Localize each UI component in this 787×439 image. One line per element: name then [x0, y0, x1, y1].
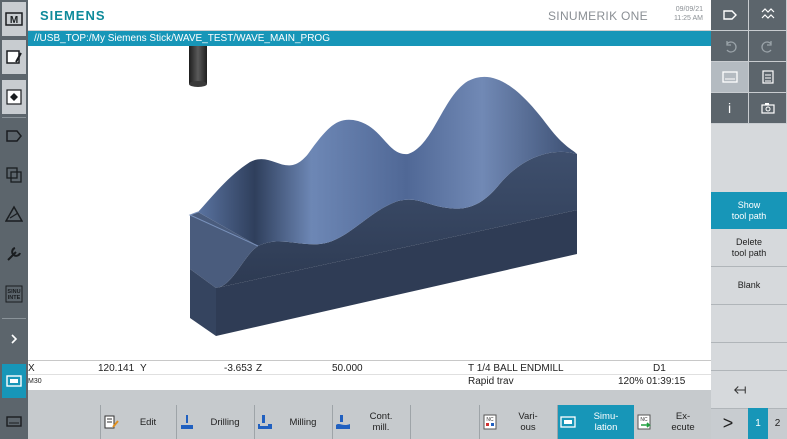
svg-text:NC: NC	[486, 417, 494, 423]
delete-tool-path-label-2: tool path	[731, 247, 767, 258]
edit-icon	[101, 412, 121, 432]
contour-milling-label-2: mill.	[372, 422, 390, 433]
calculator-icon[interactable]	[749, 62, 786, 92]
drilling-button[interactable]: Drilling	[177, 405, 253, 439]
simulation-icon	[558, 412, 578, 432]
next-page-arrow[interactable]: >	[713, 408, 743, 439]
info-button[interactable]: i	[711, 93, 748, 123]
contour-milling-label-1: Cont.	[369, 411, 393, 422]
back-button[interactable]	[711, 371, 787, 409]
right-vertical-toolbar: i Show tool path Delete tool path Blank	[711, 0, 787, 439]
parameter-icon[interactable]	[2, 40, 26, 74]
softkey-slot-2[interactable]	[711, 156, 787, 194]
show-tool-path-label-1: Show	[737, 199, 761, 210]
milling-button[interactable]: Milling	[255, 405, 331, 439]
cutting-tool	[189, 46, 207, 84]
override-and-time: 120% 01:39:15	[618, 376, 686, 387]
machine-icon[interactable]: M	[2, 2, 26, 36]
screen-icon[interactable]	[2, 364, 26, 398]
left-vertical-toolbar: M SINU INTE	[0, 0, 28, 439]
simulation-viewport[interactable]	[28, 46, 711, 360]
warning-icon[interactable]	[2, 197, 26, 231]
x-axis-label: X	[28, 363, 35, 374]
drilling-icon	[177, 412, 197, 432]
various-label-2: ous	[520, 422, 536, 433]
milling-label: Milling	[289, 416, 317, 428]
tool-name: T 1/4 BALL ENDMILL	[468, 363, 564, 374]
sinumerik-icon[interactable]: SINU INTE	[2, 277, 26, 311]
camera-icon[interactable]	[749, 93, 786, 123]
m-code: M30	[28, 378, 42, 385]
svg-text:NC: NC	[640, 417, 648, 423]
contour-milling-icon	[333, 412, 353, 432]
workpiece-render	[188, 46, 577, 336]
undo-icon[interactable]	[711, 31, 748, 61]
simulation-label-1: Simu-	[593, 411, 619, 422]
expand-arrow-icon[interactable]	[2, 322, 26, 356]
blank-label: Blank	[737, 280, 761, 290]
milling-icon	[255, 412, 275, 432]
page-1-button[interactable]: 1	[748, 408, 768, 439]
execute-label-2: ecute	[671, 422, 695, 433]
various-button[interactable]: NC Vari-ous	[480, 405, 556, 439]
execute-button[interactable]: NC Ex-ecute	[635, 405, 711, 439]
time-label: 11:25 AM	[673, 15, 703, 22]
svg-text:INTE: INTE	[8, 295, 21, 301]
various-label-1: Vari-	[518, 411, 538, 422]
show-tool-path-label-2: tool path	[731, 210, 767, 221]
back-icon	[734, 385, 746, 394]
nc-various-icon: NC	[480, 412, 500, 432]
blank-button[interactable]: Blank	[711, 267, 787, 305]
datetime: 09/09/21 11:25 AM	[674, 5, 703, 23]
execute-label-1: Ex-	[675, 411, 691, 422]
program-manager-shortcut-icon[interactable]	[711, 0, 748, 30]
setup-icon[interactable]	[2, 237, 26, 271]
delete-tool-path-button[interactable]: Delete tool path	[711, 229, 787, 267]
delete-tool-path-label-1: Delete	[735, 236, 762, 247]
svg-text:M: M	[10, 15, 18, 26]
info-icon: i	[727, 100, 732, 116]
softkey-slot-7[interactable]	[711, 343, 787, 371]
z-axis-label: Z	[256, 363, 263, 374]
display-icon[interactable]	[711, 62, 748, 92]
redo-icon[interactable]	[749, 31, 786, 61]
date-label: 09/09/21	[675, 6, 703, 13]
waveform-icon[interactable]	[749, 0, 786, 30]
page-2-button[interactable]: 2	[768, 408, 787, 439]
drilling-label: Drilling	[210, 416, 240, 428]
program-manager-icon[interactable]	[2, 119, 26, 153]
y-axis-value: -3.653	[224, 363, 253, 374]
keyboard-icon[interactable]	[2, 404, 26, 438]
nc-execute-icon: NC	[635, 412, 655, 432]
y-axis-label: Y	[140, 363, 147, 374]
x-axis-value: 120.141	[98, 363, 135, 374]
program-icon[interactable]	[2, 80, 26, 114]
z-axis-value: 50.000	[332, 363, 363, 374]
program-path: //USB_TOP:/My Siemens Stick/WAVE_TEST/WA…	[28, 31, 711, 46]
softkey-slot-6[interactable]	[711, 305, 787, 343]
edit-button[interactable]: Edit	[101, 405, 175, 439]
product-name: SINUMERIK ONE	[548, 9, 648, 23]
simulation-label-2: lation	[594, 422, 618, 433]
header-bar: SIEMENS SINUMERIK ONE 09/09/21 11:25 AM	[28, 0, 711, 31]
status-panel: X 120.141 Y -3.653 Z 50.000 T 1/4 BALL E…	[28, 360, 711, 390]
show-tool-path-button[interactable]: Show tool path	[711, 192, 787, 230]
brand-logo: SIEMENS	[40, 8, 106, 23]
diagnostics-icon[interactable]	[2, 158, 26, 192]
feed-mode: Rapid trav	[468, 376, 514, 387]
tool-d-number: D1	[653, 363, 666, 374]
edit-label: Edit	[139, 416, 157, 428]
contour-milling-button[interactable]: Cont. mill.	[333, 405, 409, 439]
simulation-button[interactable]: Simu-lation	[558, 405, 634, 439]
